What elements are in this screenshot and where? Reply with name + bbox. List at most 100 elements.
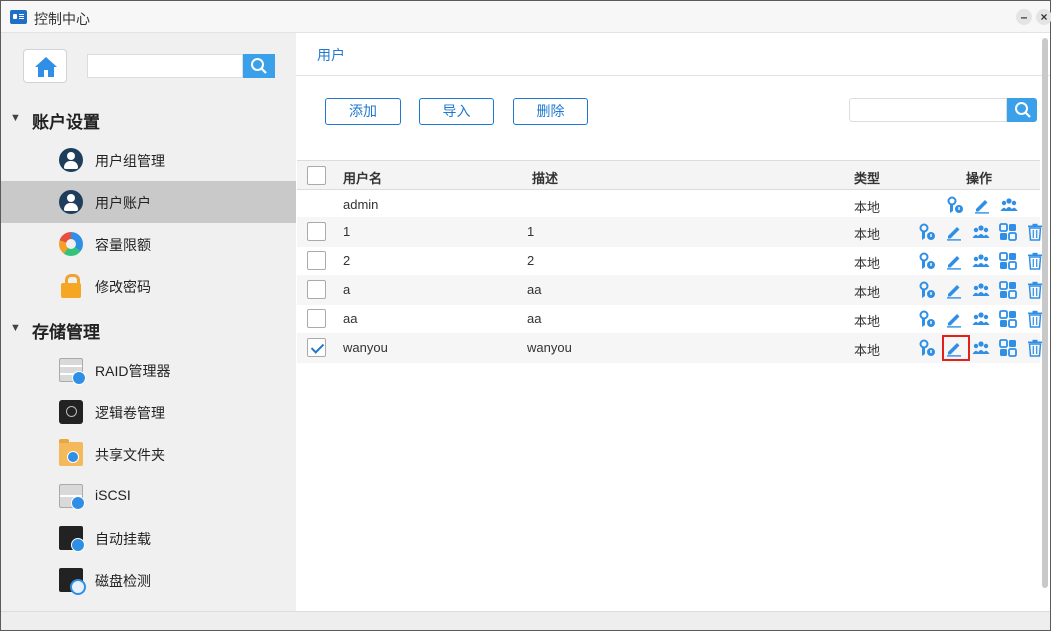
user-key-icon [919, 339, 935, 356]
sidebar-search-button[interactable] [243, 54, 275, 78]
sidebar-item-iscsi[interactable]: iSCSI [1, 475, 296, 517]
edit-user-button[interactable] [944, 251, 964, 271]
cell-type: 本地 [854, 256, 881, 271]
user-search-input[interactable] [849, 98, 1007, 122]
sidebar-item-user-accounts[interactable]: 用户账户 [1, 181, 296, 223]
column-header-description[interactable]: 描述 [532, 168, 558, 187]
minimize-button[interactable]: – [1016, 9, 1032, 25]
cell-type: 本地 [854, 200, 881, 215]
title-bar: 控制中心 – × [1, 1, 1051, 33]
cell-username: aa [343, 311, 358, 326]
lock-icon [59, 274, 83, 298]
delete-button[interactable]: 删除 [513, 98, 588, 125]
divider [296, 75, 1050, 76]
users-icon [972, 225, 990, 238]
cell-type: 本地 [854, 343, 881, 358]
table-row: aa aa 本地 [297, 304, 1042, 334]
apps-grid-icon [999, 252, 1017, 270]
add-button[interactable]: 添加 [325, 98, 401, 125]
control-center-icon [10, 10, 27, 24]
search-icon [1015, 102, 1031, 118]
select-all-checkbox[interactable] [307, 166, 326, 185]
user-groups-button[interactable] [971, 222, 991, 242]
pencil-icon [975, 200, 989, 214]
app-permissions-button[interactable] [998, 251, 1018, 271]
sidebar-item-label: 用户组管理 [95, 153, 165, 169]
pencil-icon [947, 285, 961, 299]
user-key-icon [919, 281, 935, 298]
sidebar-search-input[interactable] [87, 54, 243, 78]
permissions-button[interactable] [917, 222, 937, 242]
edit-user-button[interactable] [972, 195, 992, 215]
row-checkbox[interactable] [307, 222, 326, 241]
users-icon [972, 312, 990, 325]
cell-username: wanyou [343, 340, 388, 355]
app-permissions-button[interactable] [998, 280, 1018, 300]
users-icon [972, 283, 990, 296]
user-groups-button[interactable] [971, 338, 991, 358]
window-title: 控制中心 [34, 11, 90, 27]
table-row: 1 1 本地 [297, 217, 1042, 247]
permissions-button[interactable] [945, 195, 965, 215]
permissions-button[interactable] [917, 251, 937, 271]
table-row: admin 本地 [297, 190, 1040, 220]
column-header-username[interactable]: 用户名 [343, 168, 382, 187]
vertical-scrollbar[interactable] [1042, 38, 1048, 588]
sidebar-item-change-password[interactable]: 修改密码 [1, 265, 296, 307]
section-storage-management[interactable]: ▼ 存储管理 [1, 317, 296, 342]
user-groups-button[interactable] [971, 309, 991, 329]
cell-type: 本地 [854, 314, 881, 329]
sidebar-item-label: 修改密码 [95, 279, 151, 295]
edit-user-button[interactable] [944, 222, 964, 242]
sidebar-item-disk-check[interactable]: 磁盘检测 [1, 559, 296, 601]
edit-button-highlight [942, 335, 970, 361]
sidebar-item-label: RAID管理器 [95, 363, 171, 379]
sidebar-item-shared-folders[interactable]: 共享文件夹 [1, 433, 296, 475]
row-checkbox[interactable] [307, 309, 326, 328]
apps-grid-icon [999, 339, 1017, 357]
sidebar-item-raid[interactable]: RAID管理器 [1, 349, 296, 391]
permissions-button[interactable] [917, 309, 937, 329]
section-account-settings[interactable]: ▼ 账户设置 [1, 107, 296, 132]
row-checkbox[interactable] [307, 251, 326, 270]
sidebar-item-quota[interactable]: 容量限额 [1, 223, 296, 265]
section-title: 账户设置 [32, 113, 100, 132]
cell-username: 2 [343, 253, 351, 268]
sidebar-item-label: iSCSI [95, 487, 131, 503]
breadcrumb[interactable]: 用户 [317, 45, 345, 65]
sidebar-item-auto-mount[interactable]: 自动挂载 [1, 517, 296, 559]
edit-user-button[interactable] [944, 280, 964, 300]
user-groups-button[interactable] [971, 251, 991, 271]
sidebar-item-label: 逻辑卷管理 [95, 405, 165, 421]
permissions-button[interactable] [917, 280, 937, 300]
home-button[interactable] [23, 49, 67, 83]
main-panel: 用户 添加 导入 删除 用户名 描述 类型 操作 admin 本地 1 1 本地 2 2 本地… [296, 33, 1050, 611]
close-button[interactable]: × [1036, 9, 1051, 25]
edit-user-button[interactable] [944, 309, 964, 329]
table-header: 用户名 描述 类型 操作 [297, 160, 1040, 190]
share-folder-icon [59, 439, 83, 466]
row-checkbox[interactable] [307, 280, 326, 299]
row-checkbox[interactable] [307, 338, 326, 357]
user-search-button[interactable] [1007, 98, 1037, 122]
sidebar-item-label: 共享文件夹 [95, 447, 165, 463]
user-groups-button[interactable] [999, 195, 1019, 215]
cell-description: wanyou [527, 340, 572, 355]
column-header-actions: 操作 [966, 171, 993, 186]
apps-grid-icon [999, 310, 1017, 328]
app-permissions-button[interactable] [998, 309, 1018, 329]
permissions-button[interactable] [917, 338, 937, 358]
sidebar-item-user-groups[interactable]: 用户组管理 [1, 139, 296, 181]
auto-mount-icon [59, 526, 85, 552]
pencil-icon [947, 256, 961, 270]
column-header-type[interactable]: 类型 [854, 168, 880, 187]
sidebar: ▼ 账户设置 用户组管理 用户账户 容量限额 修改密码 ▼ 存储管理 RAID管… [1, 33, 296, 611]
app-permissions-button[interactable] [998, 338, 1018, 358]
import-button[interactable]: 导入 [419, 98, 494, 125]
disk-check-icon [59, 568, 86, 595]
user-group-icon [59, 148, 83, 172]
cell-username: admin [343, 197, 379, 212]
sidebar-item-lvm[interactable]: 逻辑卷管理 [1, 391, 296, 433]
user-groups-button[interactable] [971, 280, 991, 300]
app-permissions-button[interactable] [998, 222, 1018, 242]
